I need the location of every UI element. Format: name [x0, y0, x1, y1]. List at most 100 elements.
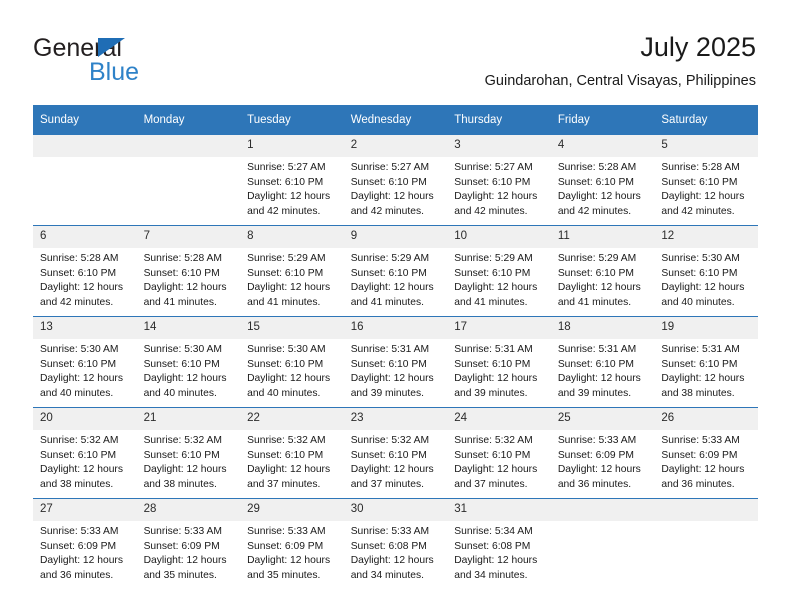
calendar-day-cell[interactable]: 23 Sunrise: 5:32 AM Sunset: 6:10 PM Dayligh…	[343, 407, 448, 499]
calendar-day-cell[interactable]: 29 Sunrise: 5:33 AM Sunset: 6:09 PM Dayligh…	[240, 498, 344, 589]
calendar-day-cell[interactable]: 10 Sunrise: 5:29 AM Sunset: 6:10 PM Dayligh…	[447, 225, 551, 317]
daylight-text: Daylight: 12 hours and 41 minutes.	[350, 282, 434, 308]
calendar-page: General Blue July 2025 Guindarohan, Cent…	[0, 0, 792, 612]
sunset-text: Sunset: 6:10 PM	[40, 358, 117, 370]
sunset-text: Sunset: 6:10 PM	[350, 449, 427, 461]
daylight-text: Daylight: 12 hours and 42 minutes.	[40, 282, 123, 308]
sunrise-text: Sunrise: 5:28 AM	[661, 162, 740, 173]
daylight-text: Daylight: 12 hours and 42 minutes.	[247, 191, 331, 217]
daylight-text: Daylight: 12 hours and 35 minutes.	[247, 555, 331, 581]
day-number: 17	[447, 317, 551, 339]
day-details: Sunrise: 5:33 AM Sunset: 6:09 PM Daylight:…	[240, 521, 344, 583]
calendar-day-cell[interactable]: 26 Sunrise: 5:33 AM Sunset: 6:09 PM Dayligh…	[654, 407, 758, 499]
day-number: 31	[447, 499, 551, 521]
weekday-headers: Sunday Monday Tuesday Wednesday Thursday Frid…	[33, 105, 758, 135]
calendar-day-cell[interactable]: 16 Sunrise: 5:31 AM Sunset: 6:10 PM Dayligh…	[343, 316, 448, 408]
calendar-day-cell[interactable]: 3 Sunrise: 5:27 AM Sunset: 6:10 PM Daylight…	[447, 134, 551, 226]
location-subtitle: Guindarohan, Central Visayas, Philippine…	[484, 73, 756, 89]
calendar-day-cell[interactable]: 20 Sunrise: 5:32 AM Sunset: 6:10 PM Dayligh…	[33, 407, 137, 499]
sunrise-text: Sunrise: 5:28 AM	[143, 253, 222, 264]
day-details: Sunrise: 5:33 AM Sunset: 6:08 PM Daylight:…	[344, 521, 448, 583]
weekday-header-friday: Friday	[550, 105, 655, 135]
sunrise-text: Sunrise: 5:29 AM	[454, 253, 533, 264]
calendar-week-row: 13 Sunrise: 5:30 AM Sunset: 6:10 PM Dayligh…	[33, 316, 758, 408]
sunset-text: Sunset: 6:10 PM	[454, 358, 531, 370]
calendar-header-row: Sunday Monday Tuesday Wednesday Thursday Frid…	[33, 105, 758, 135]
sunset-text: Sunset: 6:10 PM	[350, 358, 427, 370]
calendar-day-cell[interactable]: 8 Sunrise: 5:29 AM Sunset: 6:10 PM Daylight…	[240, 225, 344, 317]
calendar-day-cell[interactable]: 1 Sunrise: 5:27 AM Sunset: 6:10 PM Daylight…	[240, 134, 344, 226]
calendar-day-cell[interactable]: 7 Sunrise: 5:28 AM Sunset: 6:10 PM Daylight…	[136, 225, 241, 317]
day-number: 12	[654, 226, 758, 248]
calendar-day-cell[interactable]: 18 Sunrise: 5:31 AM Sunset: 6:10 PM Dayligh…	[550, 316, 655, 408]
sunrise-text: Sunrise: 5:30 AM	[143, 344, 222, 355]
daylight-text: Daylight: 12 hours and 38 minutes.	[661, 373, 745, 399]
sunrise-text: Sunrise: 5:34 AM	[454, 526, 533, 537]
page-header: General Blue July 2025 Guindarohan, Cent…	[33, 30, 756, 98]
calendar-day-cell[interactable]: 30 Sunrise: 5:33 AM Sunset: 6:08 PM Dayligh…	[343, 498, 448, 589]
sunset-text: Sunset: 6:09 PM	[143, 540, 220, 552]
day-number	[136, 135, 241, 157]
day-details: Sunrise: 5:28 AM Sunset: 6:10 PM Daylight:…	[654, 157, 758, 219]
calendar-day-cell[interactable]: 31 Sunrise: 5:34 AM Sunset: 6:08 PM Dayligh…	[447, 498, 551, 589]
calendar-day-cell-empty	[33, 134, 137, 226]
sunset-text: Sunset: 6:10 PM	[247, 176, 324, 188]
calendar-day-cell[interactable]: 11 Sunrise: 5:29 AM Sunset: 6:10 PM Dayligh…	[550, 225, 655, 317]
calendar-day-cell[interactable]: 19 Sunrise: 5:31 AM Sunset: 6:10 PM Dayligh…	[654, 316, 758, 408]
day-details: Sunrise: 5:29 AM Sunset: 6:10 PM Daylight:…	[344, 248, 448, 310]
day-number: 7	[136, 226, 241, 248]
sunrise-text: Sunrise: 5:33 AM	[661, 435, 740, 446]
calendar-day-cell[interactable]: 4 Sunrise: 5:28 AM Sunset: 6:10 PM Daylight…	[550, 134, 655, 226]
day-details: Sunrise: 5:33 AM Sunset: 6:09 PM Daylight:…	[33, 521, 137, 583]
day-details: Sunrise: 5:31 AM Sunset: 6:10 PM Daylight:…	[654, 339, 758, 401]
calendar-week-row: 6 Sunrise: 5:28 AM Sunset: 6:10 PM Daylight…	[33, 225, 758, 317]
calendar-day-cell[interactable]: 15 Sunrise: 5:30 AM Sunset: 6:10 PM Dayligh…	[240, 316, 344, 408]
page-title: July 2025	[640, 32, 756, 62]
sunrise-text: Sunrise: 5:28 AM	[40, 253, 119, 264]
day-details: Sunrise: 5:27 AM Sunset: 6:10 PM Daylight:…	[447, 157, 551, 219]
day-number: 19	[654, 317, 758, 339]
calendar-day-cell[interactable]: 14 Sunrise: 5:30 AM Sunset: 6:10 PM Dayligh…	[136, 316, 241, 408]
calendar-day-cell[interactable]: 12 Sunrise: 5:30 AM Sunset: 6:10 PM Dayligh…	[654, 225, 758, 317]
calendar-day-cell[interactable]: 13 Sunrise: 5:30 AM Sunset: 6:10 PM Dayligh…	[33, 316, 137, 408]
day-details: Sunrise: 5:29 AM Sunset: 6:10 PM Daylight:…	[240, 248, 344, 310]
daylight-text: Daylight: 12 hours and 42 minutes.	[454, 191, 538, 217]
calendar-day-cell-empty	[136, 134, 241, 226]
daylight-text: Daylight: 12 hours and 38 minutes.	[40, 464, 123, 490]
daylight-text: Daylight: 12 hours and 40 minutes.	[143, 373, 227, 399]
day-number: 14	[136, 317, 241, 339]
daylight-text: Daylight: 12 hours and 36 minutes.	[661, 464, 745, 490]
calendar-day-cell-empty	[550, 498, 655, 589]
weekday-header-thursday: Thursday	[447, 105, 551, 135]
day-number: 4	[550, 135, 655, 157]
calendar-day-cell[interactable]: 27 Sunrise: 5:33 AM Sunset: 6:09 PM Dayligh…	[33, 498, 137, 589]
daylight-text: Daylight: 12 hours and 37 minutes.	[350, 464, 434, 490]
calendar-day-cell[interactable]: 25 Sunrise: 5:33 AM Sunset: 6:09 PM Dayligh…	[550, 407, 655, 499]
daylight-text: Daylight: 12 hours and 40 minutes.	[661, 282, 745, 308]
sunrise-text: Sunrise: 5:28 AM	[557, 162, 637, 173]
daylight-text: Daylight: 12 hours and 41 minutes.	[557, 282, 641, 308]
sunrise-text: Sunrise: 5:31 AM	[350, 344, 430, 355]
general-blue-logo[interactable]: General Blue	[33, 34, 213, 90]
daylight-text: Daylight: 12 hours and 37 minutes.	[454, 464, 538, 490]
calendar-day-cell[interactable]: 21 Sunrise: 5:32 AM Sunset: 6:10 PM Dayligh…	[136, 407, 241, 499]
calendar-day-cell[interactable]: 6 Sunrise: 5:28 AM Sunset: 6:10 PM Daylight…	[33, 225, 137, 317]
calendar-day-cell[interactable]: 17 Sunrise: 5:31 AM Sunset: 6:10 PM Dayligh…	[447, 316, 551, 408]
calendar-day-cell[interactable]: 24 Sunrise: 5:32 AM Sunset: 6:10 PM Dayligh…	[447, 407, 551, 499]
calendar-day-cell[interactable]: 2 Sunrise: 5:27 AM Sunset: 6:10 PM Daylight…	[343, 134, 448, 226]
day-number: 16	[343, 317, 448, 339]
calendar-day-cell[interactable]: 28 Sunrise: 5:33 AM Sunset: 6:09 PM Dayligh…	[136, 498, 241, 589]
daylight-text: Daylight: 12 hours and 41 minutes.	[143, 282, 227, 308]
sunrise-text: Sunrise: 5:27 AM	[350, 162, 430, 173]
sunrise-text: Sunrise: 5:27 AM	[247, 162, 326, 173]
sunset-text: Sunset: 6:10 PM	[661, 358, 738, 370]
sunrise-text: Sunrise: 5:31 AM	[557, 344, 637, 355]
calendar-day-cell[interactable]: 5 Sunrise: 5:28 AM Sunset: 6:10 PM Daylight…	[654, 134, 758, 226]
sunset-text: Sunset: 6:10 PM	[247, 358, 324, 370]
sunrise-text: Sunrise: 5:29 AM	[350, 253, 430, 264]
calendar-day-cell[interactable]: 9 Sunrise: 5:29 AM Sunset: 6:10 PM Daylight…	[343, 225, 448, 317]
calendar-day-cell[interactable]: 22 Sunrise: 5:32 AM Sunset: 6:10 PM Dayligh…	[240, 407, 344, 499]
sunset-text: Sunset: 6:10 PM	[557, 176, 634, 188]
day-details: Sunrise: 5:32 AM Sunset: 6:10 PM Daylight:…	[447, 430, 551, 492]
day-number: 10	[447, 226, 551, 248]
